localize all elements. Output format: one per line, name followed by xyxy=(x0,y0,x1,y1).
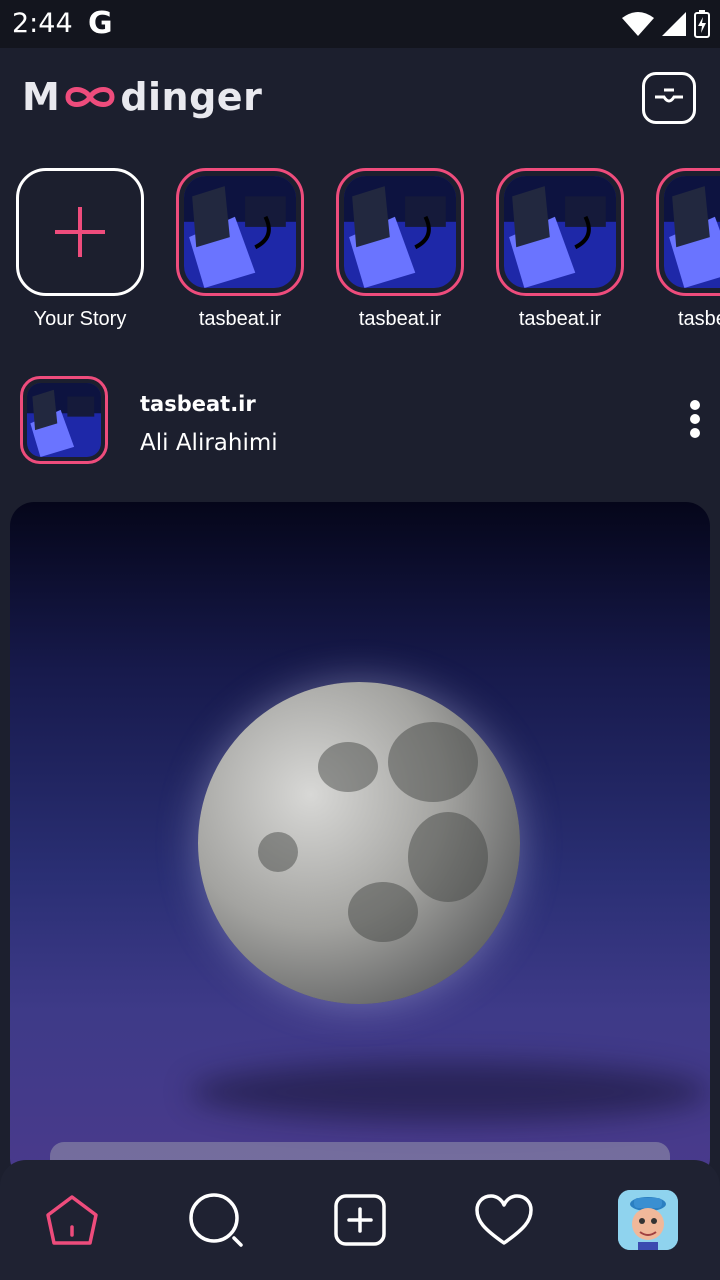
home-icon xyxy=(46,1195,98,1245)
moon-image xyxy=(198,682,520,1004)
story-label: tasbe xyxy=(678,308,720,330)
story-your-story[interactable]: Your Story xyxy=(16,168,144,331)
story-ring[interactable] xyxy=(336,168,464,296)
story-ring[interactable] xyxy=(176,168,304,296)
heart-icon xyxy=(475,1194,533,1245)
search-icon xyxy=(189,1193,243,1247)
story-thumbnail xyxy=(344,176,456,288)
post-author-avatar[interactable] xyxy=(20,376,108,464)
story-item[interactable]: tasbeat.ir xyxy=(496,168,624,331)
app-logo: M dinger xyxy=(22,72,262,122)
nav-search[interactable] xyxy=(186,1190,246,1250)
bottom-navigation xyxy=(0,1160,720,1280)
story-ring[interactable] xyxy=(496,168,624,296)
status-bar: 2:44 G xyxy=(0,0,720,48)
story-item[interactable]: tasbe xyxy=(656,168,720,331)
story-label: tasbeat.ir xyxy=(198,308,282,330)
status-time: 2:44 xyxy=(12,8,73,39)
more-options-button[interactable] xyxy=(690,400,700,444)
post-full-name: Ali Alirahimi xyxy=(140,430,278,456)
inbox-icon xyxy=(655,88,683,103)
post-image[interactable] xyxy=(10,502,710,1182)
story-ring[interactable] xyxy=(656,168,720,296)
wifi-icon xyxy=(622,12,654,36)
story-thumbnail xyxy=(504,176,616,288)
post-header: tasbeat.ir Ali Alirahimi xyxy=(20,376,700,464)
nav-home[interactable] xyxy=(42,1190,102,1250)
story-item[interactable]: tasbeat.ir xyxy=(176,168,304,331)
signal-icon xyxy=(662,12,686,36)
battery-icon xyxy=(694,10,710,38)
nav-activity[interactable] xyxy=(474,1190,534,1250)
inbox-button[interactable] xyxy=(642,72,696,124)
nav-add-post[interactable] xyxy=(330,1190,390,1250)
story-thumbnail xyxy=(664,176,720,288)
plus-icon xyxy=(55,207,105,257)
logo-suffix: dinger xyxy=(120,75,263,119)
stories-row: Your Story tasbeat.ir tasbeat.ir tasbeat… xyxy=(0,168,720,338)
post-username[interactable]: tasbeat.ir xyxy=(140,392,256,416)
moon-shadow xyxy=(190,1062,710,1122)
add-post-icon xyxy=(334,1194,386,1246)
nav-profile[interactable] xyxy=(618,1190,678,1250)
story-item[interactable]: tasbeat.ir xyxy=(336,168,464,331)
profile-avatar xyxy=(618,1190,678,1250)
more-dot xyxy=(690,400,700,410)
logo-prefix: M xyxy=(22,75,61,119)
add-story-ring[interactable] xyxy=(16,168,144,296)
status-icons xyxy=(622,10,710,38)
more-dot xyxy=(690,428,700,438)
story-thumbnail xyxy=(184,176,296,288)
infinity-logo-icon xyxy=(65,87,115,107)
post-author-thumbnail xyxy=(27,383,101,457)
story-label: tasbeat.ir xyxy=(518,308,602,330)
story-label: Your Story xyxy=(33,308,127,330)
story-label: tasbeat.ir xyxy=(358,308,442,330)
more-dot xyxy=(690,414,700,424)
google-icon: G xyxy=(88,6,113,41)
